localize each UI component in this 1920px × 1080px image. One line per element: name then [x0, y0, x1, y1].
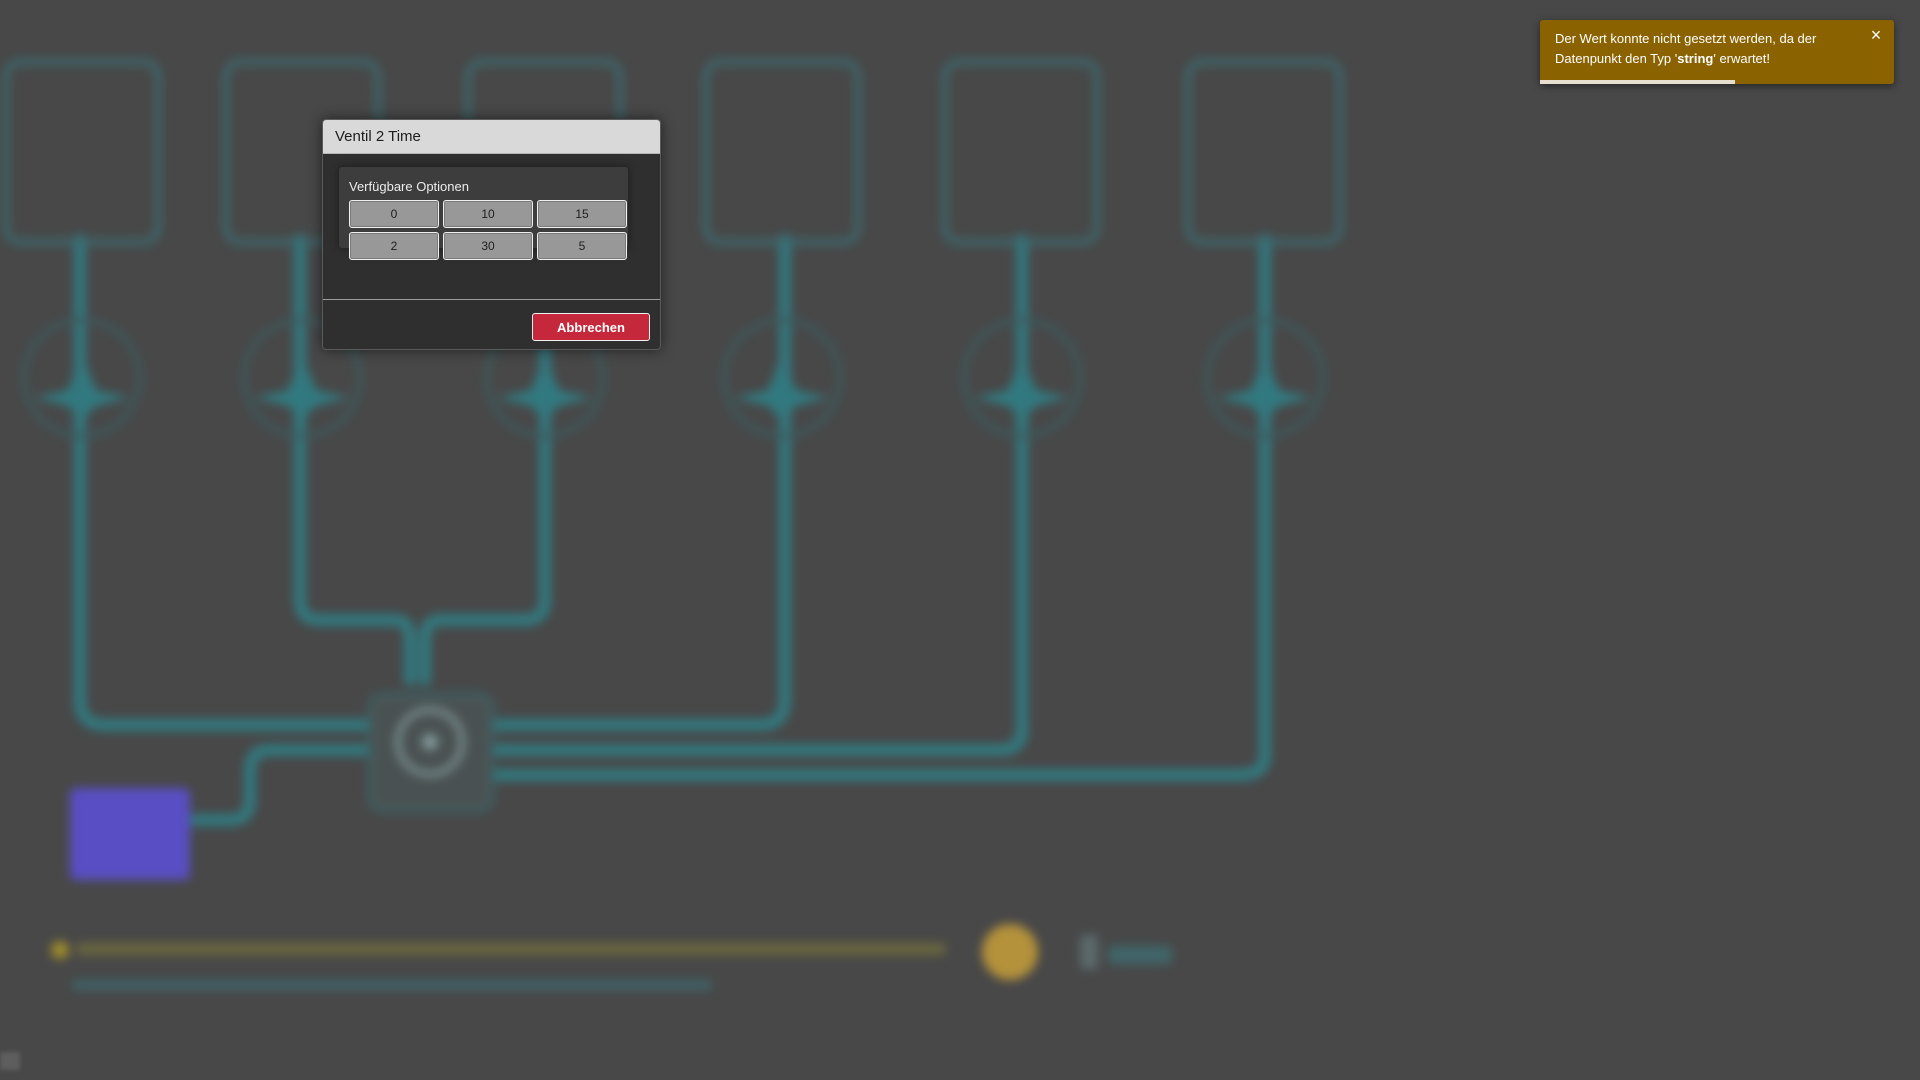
option-button[interactable]: 15	[537, 200, 627, 228]
close-icon[interactable]: ×	[1866, 25, 1886, 45]
option-button[interactable]: 2	[349, 232, 439, 260]
option-button[interactable]: 10	[443, 200, 533, 228]
option-button[interactable]: 30	[443, 232, 533, 260]
pipe-tank	[189, 744, 381, 826]
toast-type-name: string	[1677, 51, 1714, 66]
background-irrigation-diagram	[3, 59, 1343, 990]
toast-message: Der Wert konnte nicht gesetzt werden, da…	[1555, 31, 1817, 66]
dialog-header: Ventil 2 Time	[323, 120, 660, 154]
dialog-footer: Abbrechen	[323, 299, 660, 349]
warning-toast: Der Wert konnte nicht gesetzt werden, da…	[1540, 20, 1894, 84]
sun-icon	[982, 924, 1038, 980]
dialog-body: Verfügbare Optionen 0 10 15 2 30 5	[323, 154, 660, 299]
cancel-button[interactable]: Abbrechen	[532, 313, 650, 341]
valve-box-6	[1185, 59, 1343, 245]
options-label: Verfügbare Optionen	[349, 179, 469, 194]
options-grid: 0 10 15 2 30 5	[349, 200, 627, 260]
dialog-title: Ventil 2 Time	[335, 128, 421, 145]
valve-box-5	[942, 59, 1100, 245]
option-button[interactable]: 0	[349, 200, 439, 228]
toast-progress-bar	[1540, 80, 1735, 84]
options-dialog: Ventil 2 Time Verfügbare Optionen 0 10 1…	[322, 119, 661, 350]
options-panel: Verfügbare Optionen 0 10 15 2 30 5	[339, 167, 628, 260]
water-tank	[70, 788, 190, 880]
valve-box-1	[3, 59, 161, 245]
option-button[interactable]: 5	[537, 232, 627, 260]
corner-widget	[0, 1052, 20, 1070]
valve-box-4	[703, 59, 861, 245]
